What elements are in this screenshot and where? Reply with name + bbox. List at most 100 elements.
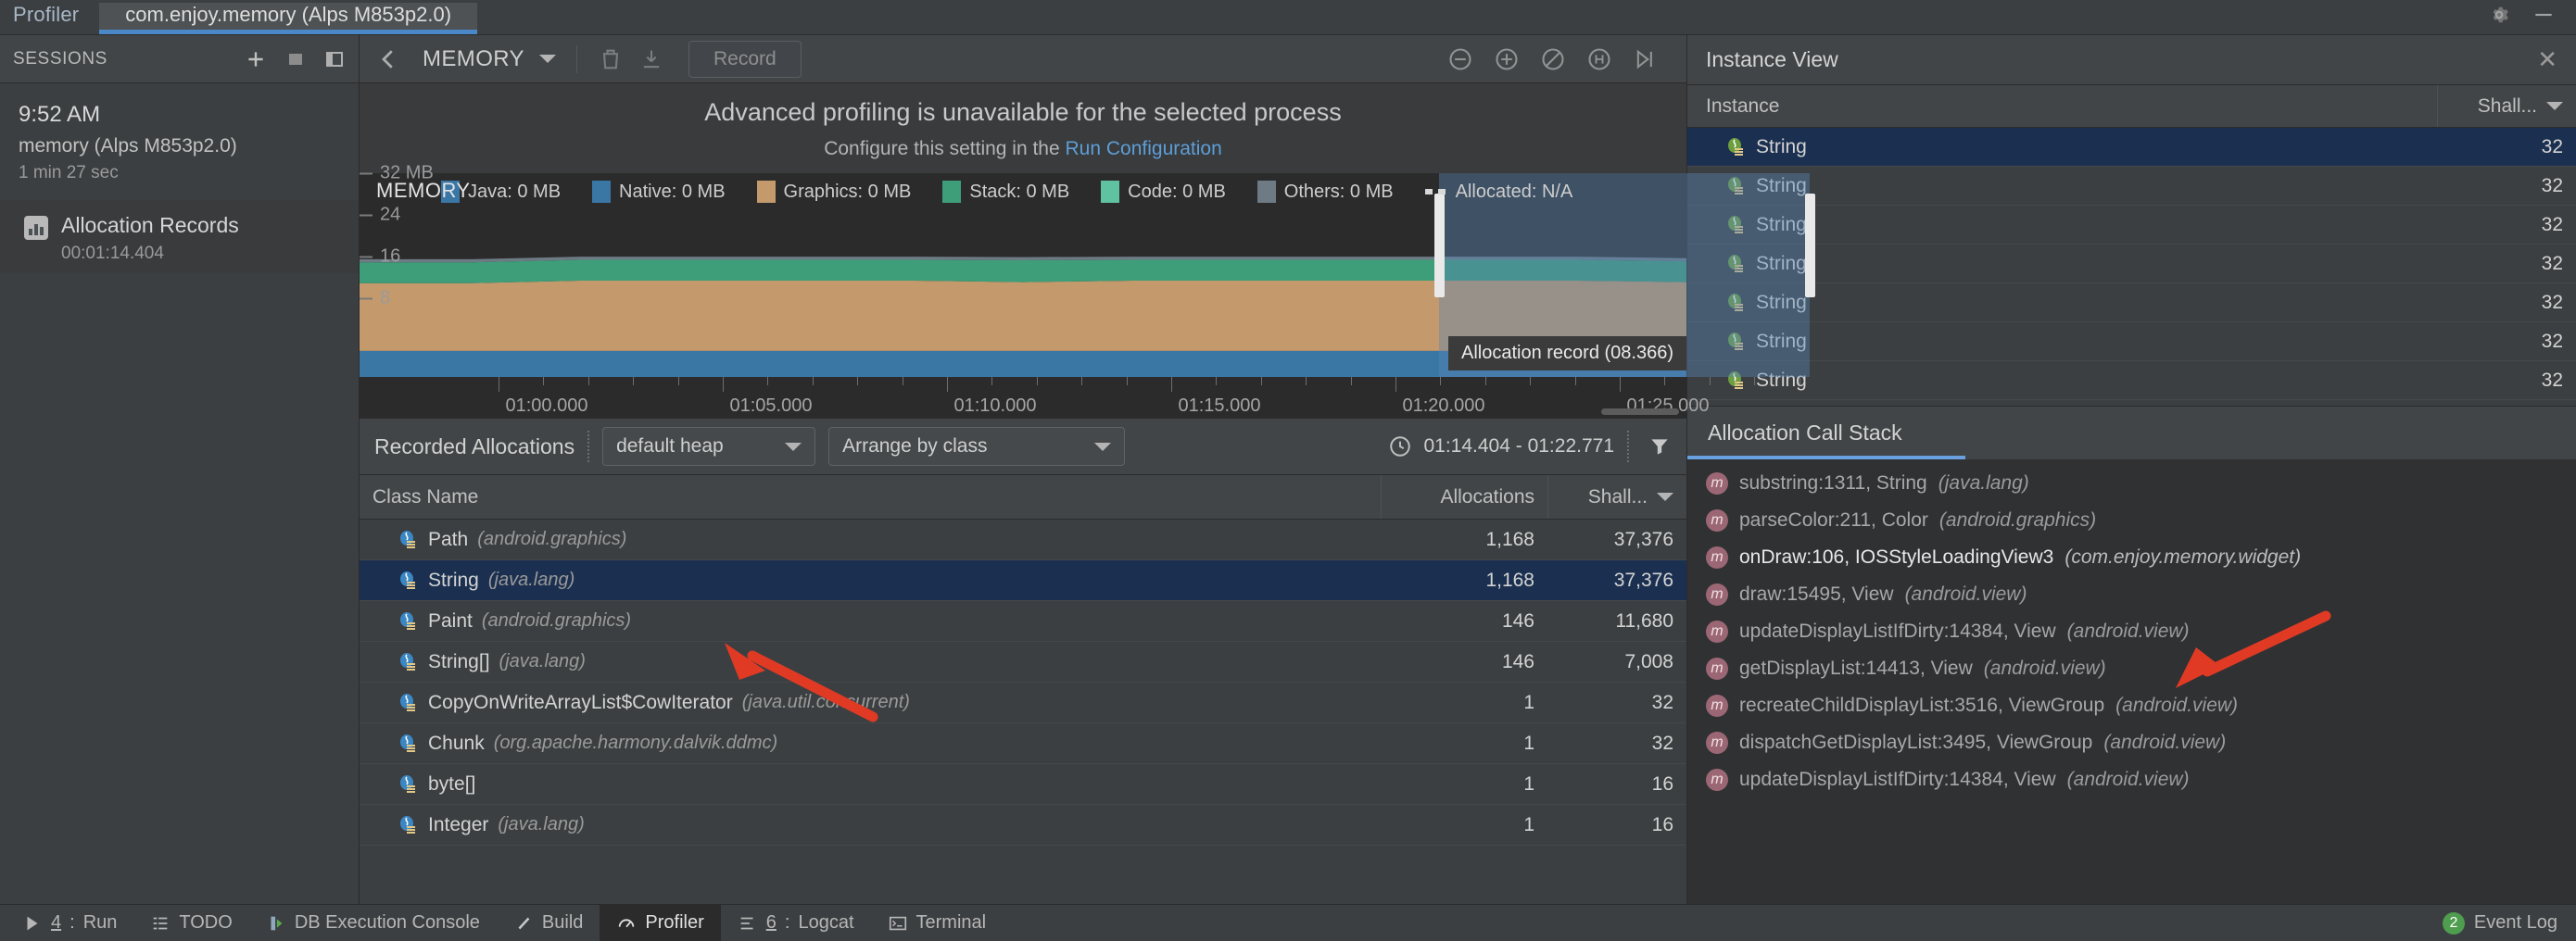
status-bar-item-build[interactable]: Build — [497, 905, 600, 941]
collapse-panel-icon[interactable] — [323, 48, 346, 70]
legend-swatch — [1424, 189, 1447, 194]
list-item[interactable]: String 32 — [1687, 206, 2576, 245]
method-icon: m — [1706, 732, 1728, 754]
allocations-cell: 146 — [1501, 650, 1534, 672]
table-row[interactable]: Chunk (org.apache.harmony.dalvik.ddmc) 1 3… — [360, 723, 1686, 764]
frame-method-text: recreateChildDisplayList:3516, ViewGroup — [1739, 695, 2105, 716]
jump-to-live-icon[interactable] — [1633, 46, 1659, 72]
call-stack-frame[interactable]: m substring:1311, String (java.lang) — [1687, 465, 2576, 502]
x-axis-tick-label: 01:00.000 — [505, 395, 588, 416]
status-bar-item-6-logcat[interactable]: 6: Logcat — [721, 905, 871, 941]
minimize-icon[interactable] — [2532, 3, 2556, 27]
zoom-out-icon[interactable] — [1447, 46, 1473, 72]
frame-method-text: substring:1311, String — [1739, 472, 1927, 494]
list-item[interactable]: String 32 — [1687, 361, 2576, 400]
call-stack-frame[interactable]: m draw:15495, View (android.view) — [1687, 576, 2576, 613]
x-axis-minor-tick — [857, 377, 859, 385]
list-item[interactable]: String 32 — [1687, 322, 2576, 361]
add-session-icon[interactable] — [244, 47, 268, 71]
call-stack-frame[interactable]: m parseColor:211, Color (android.graphics… — [1687, 502, 2576, 539]
list-item[interactable]: String 32 — [1687, 167, 2576, 206]
chart-horizontal-scrollbar[interactable] — [1601, 408, 1679, 415]
record-button[interactable]: Record — [688, 40, 802, 78]
trash-icon[interactable] — [598, 46, 624, 72]
stage-chevron-down-icon[interactable] — [538, 55, 556, 63]
y-axis-tick-label: 8 — [380, 287, 391, 308]
allocation-records-item[interactable]: Allocation Records 00:01:14.404 — [0, 200, 359, 273]
column-instance-shallow[interactable]: Shall... — [2437, 85, 2576, 127]
heap-select[interactable]: default heap — [602, 427, 816, 466]
table-row[interactable]: byte[] 1 16 — [360, 764, 1686, 805]
zoom-in-icon[interactable] — [1494, 46, 1520, 72]
x-axis-minor-tick — [812, 377, 814, 385]
selection-handle-right[interactable] — [1805, 194, 1815, 297]
shallow-size-cell: 32 — [1651, 732, 1673, 754]
legend-swatch — [1101, 181, 1120, 203]
class-name-cell: CopyOnWriteArrayList$CowIterator (java.u… — [360, 692, 1381, 714]
reset-zoom-icon[interactable] — [1540, 46, 1566, 72]
status-bar-item-db-execution-console[interactable]: DB Execution Console — [249, 905, 497, 941]
allocations-cell: 1,168 — [1485, 528, 1534, 550]
stop-session-icon[interactable] — [284, 48, 307, 70]
status-bar-item-terminal[interactable]: Terminal — [871, 905, 1004, 941]
call-stack-frame[interactable]: m updateDisplayListIfDirty:14384, View (a… — [1687, 613, 2576, 650]
advanced-profiling-banner: Advanced profiling is unavailable for th… — [360, 83, 1686, 173]
x-axis-minor-tick — [1126, 377, 1128, 385]
call-stack-list: m substring:1311, String (java.lang) m pars… — [1687, 459, 2576, 904]
table-row[interactable]: Path (android.graphics) 1,168 37,376 — [360, 520, 1686, 560]
table-row[interactable]: String[] (java.lang) 146 7,008 — [360, 642, 1686, 683]
session-entry[interactable]: 9:52 AM memory (Alps M853p2.0) 1 min 27 … — [0, 93, 359, 196]
instance-shallow-cell: 32 — [2541, 174, 2563, 196]
legend-item: Native: 0 MB — [592, 181, 726, 203]
table-row[interactable]: CopyOnWriteArrayList$CowIterator (java.u… — [360, 683, 1686, 723]
call-stack-frame[interactable]: m dispatchGetDisplayList:3495, ViewGroup … — [1687, 724, 2576, 761]
run-configuration-link[interactable]: Run Configuration — [1066, 138, 1222, 159]
call-stack-frame[interactable]: m recreateChildDisplayList:3516, ViewGrou… — [1687, 687, 2576, 724]
method-icon: m — [1706, 769, 1728, 791]
sessions-panel: SESSIONS 9:52 AM memory (Alps M853p2.0) … — [0, 35, 360, 904]
window-controls — [2487, 3, 2576, 34]
profiler-icon — [619, 918, 635, 927]
event-log-area[interactable]: 2 Event Log — [2442, 911, 2576, 935]
arrange-select[interactable]: Arrange by class — [828, 427, 1126, 466]
terminal-icon — [889, 916, 906, 930]
status-bar-item-4-run[interactable]: 4: Run — [6, 905, 133, 941]
close-icon[interactable]: ✕ — [2537, 45, 2557, 74]
class-name-text: String[] — [428, 650, 490, 672]
column-allocations[interactable]: Allocations — [1381, 475, 1547, 519]
call-stack-frame[interactable]: m updateDisplayListIfDirty:14384, View (a… — [1687, 761, 2576, 798]
list-item[interactable]: String 32 — [1687, 283, 2576, 322]
banner-message: Advanced profiling is unavailable for th… — [704, 98, 1342, 126]
x-axis-tick — [1171, 377, 1172, 392]
filter-icon[interactable] — [1648, 433, 1672, 459]
list-item[interactable]: String 32 — [1687, 245, 2576, 283]
export-icon[interactable] — [638, 46, 664, 72]
class-name-cell: Integer (java.lang) — [360, 814, 1381, 836]
x-axis-minor-tick — [543, 377, 545, 385]
status-bar-item-todo[interactable]: TODO — [133, 905, 248, 941]
back-arrow-icon[interactable] — [374, 45, 402, 73]
sort-descending-icon — [2546, 102, 2563, 110]
frame-package-text: (android.graphics) — [1938, 509, 2097, 531]
class-name-cell: String[] (java.lang) — [360, 651, 1381, 673]
tab-process[interactable]: com.enjoy.memory (Alps M853p2.0) — [99, 3, 478, 34]
class-table-header: Class Name Allocations Shall... — [360, 475, 1686, 520]
tab-allocation-call-stack[interactable]: Allocation Call Stack — [1687, 406, 2576, 459]
class-package-text: (android.graphics) — [481, 610, 632, 631]
class-name-cell: Paint (android.graphics) — [360, 610, 1381, 633]
x-axis-minor-tick — [991, 377, 993, 385]
column-shallow-size[interactable]: Shall... — [1547, 475, 1686, 519]
column-class-name[interactable]: Class Name — [360, 475, 1381, 519]
chart-tooltip: Allocation record (08.366) — [1448, 336, 1687, 370]
table-row[interactable]: Integer (java.lang) 1 16 — [360, 805, 1686, 846]
call-stack-frame[interactable]: m getDisplayList:14413, View (android.vie… — [1687, 650, 2576, 687]
zoom-to-selection-icon[interactable] — [1586, 46, 1612, 72]
table-row[interactable]: Paint (android.graphics) 146 11,680 — [360, 601, 1686, 642]
call-stack-frame[interactable]: m onDraw:106, IOSStyleLoadingView3 (com.e… — [1687, 539, 2576, 576]
column-instance[interactable]: Instance — [1687, 85, 2437, 127]
memory-chart[interactable]: Java: 0 MB Native: 0 MB Graphics: 0 MB Stac… — [360, 163, 1815, 418]
list-item[interactable]: String 32 — [1687, 128, 2576, 167]
gear-icon[interactable] — [2487, 3, 2511, 27]
table-row[interactable]: String (java.lang) 1,168 37,376 — [360, 560, 1686, 601]
status-bar-item-profiler[interactable]: Profiler — [600, 904, 721, 941]
